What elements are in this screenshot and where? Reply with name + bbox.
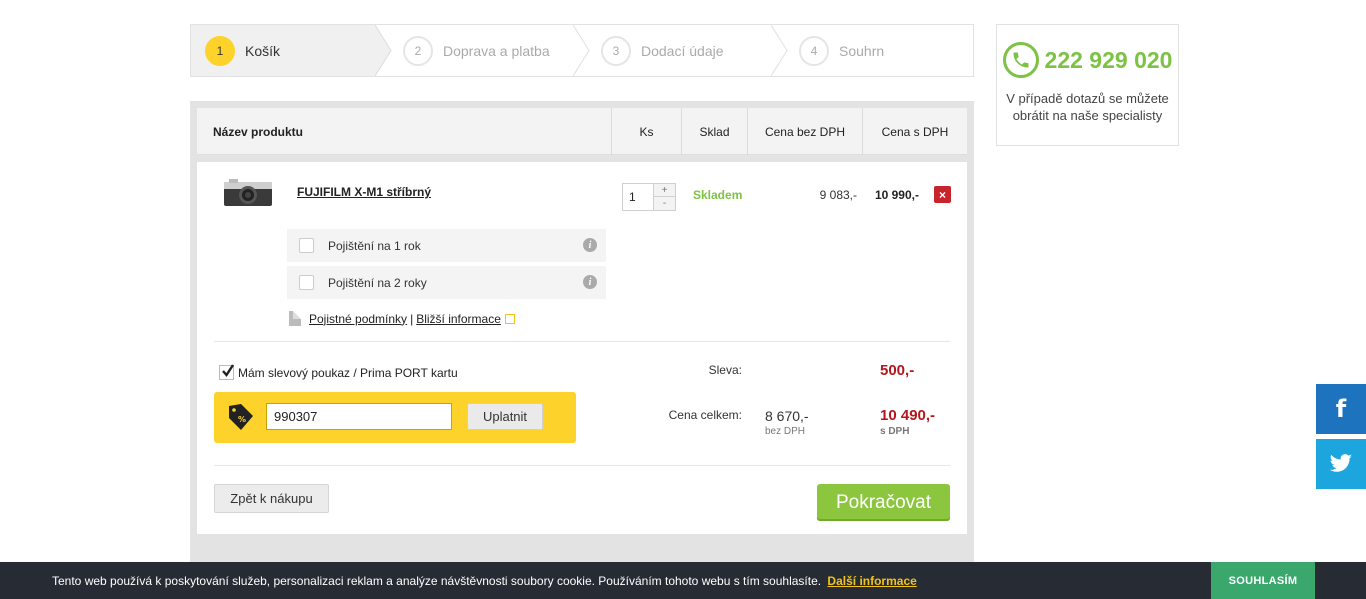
phone-icon bbox=[1002, 42, 1039, 78]
info-icon[interactable]: i bbox=[583, 275, 597, 289]
product-name-link[interactable]: FUJIFILM X-M1 stříbrný bbox=[297, 185, 431, 199]
insurance-checkbox[interactable] bbox=[299, 275, 314, 290]
quantity-stepper: + - bbox=[622, 183, 676, 211]
step-label: Košík bbox=[245, 42, 281, 59]
info-icon[interactable]: i bbox=[583, 238, 597, 252]
cart-body: FUJIFILM X-M1 stříbrný + - Skladem 9 083… bbox=[197, 162, 967, 534]
step-number: 1 bbox=[205, 35, 235, 66]
voucher-box: % Uplatnit bbox=[214, 392, 576, 443]
facebook-icon: f bbox=[1335, 395, 1347, 423]
contact-box: 222 929 020 V případě dotazů se můžete o… bbox=[996, 24, 1179, 146]
continue-button[interactable]: Pokračovat bbox=[817, 484, 950, 521]
total-net: 8 670,- bbox=[765, 408, 809, 424]
product-image[interactable] bbox=[223, 176, 273, 208]
phone-number[interactable]: 222 929 020 bbox=[1045, 47, 1173, 74]
cart-panel: Název produktu Ks Sklad Cena bez DPH Cen… bbox=[190, 101, 974, 571]
cookie-accept-button[interactable]: SOUHLASÍM bbox=[1211, 562, 1315, 599]
external-link-icon bbox=[504, 313, 515, 324]
discount-value: 500,- bbox=[880, 362, 915, 379]
svg-text:%: % bbox=[238, 415, 246, 424]
insurance-checkbox[interactable] bbox=[299, 238, 314, 253]
facebook-share-button[interactable]: f bbox=[1316, 384, 1366, 434]
total-net-sub: bez DPH bbox=[765, 426, 806, 437]
quantity-plus-button[interactable]: + bbox=[653, 184, 675, 197]
pdf-icon bbox=[289, 311, 301, 326]
discount-label: Sleva: bbox=[708, 363, 742, 377]
voucher-toggle[interactable]: Mám slevový poukaz / Prima PORT kartu bbox=[219, 364, 458, 380]
step-label: Souhrn bbox=[839, 42, 885, 59]
voucher-checkbox[interactable] bbox=[219, 364, 235, 380]
insurance-links: Pojistné podmínky | Bližší informace bbox=[289, 311, 515, 326]
total-gross: 10 490,- bbox=[880, 407, 936, 424]
divider bbox=[214, 341, 950, 342]
divider bbox=[214, 465, 950, 466]
cookie-more-info-link[interactable]: Další informace bbox=[827, 574, 916, 588]
insurance-option-2[interactable]: Pojištění na 2 roky i bbox=[287, 266, 606, 299]
more-info-link[interactable]: Bližší informace bbox=[416, 312, 501, 326]
total-gross-sub: s DPH bbox=[880, 426, 910, 437]
quantity-input[interactable] bbox=[623, 184, 653, 210]
remove-item-button[interactable]: × bbox=[934, 186, 951, 203]
step-number: 2 bbox=[403, 35, 433, 66]
step-shipping-payment[interactable]: 2 Doprava a platba bbox=[391, 25, 550, 76]
insurance-option-1[interactable]: Pojištění na 1 rok i bbox=[287, 229, 606, 262]
column-header-product: Název produktu bbox=[213, 124, 304, 139]
step-label: Doprava a platba bbox=[443, 42, 550, 59]
column-header-price-gross: Cena s DPH bbox=[862, 108, 967, 155]
cart-table-header: Název produktu Ks Sklad Cena bez DPH Cen… bbox=[197, 108, 967, 155]
back-to-shop-button[interactable]: Zpět k nákupu bbox=[214, 484, 329, 513]
total-label: Cena celkem: bbox=[668, 408, 742, 422]
cookie-bar: Tento web používá k poskytování služeb, … bbox=[0, 562, 1366, 599]
insurance-label: Pojištění na 2 roky bbox=[328, 276, 427, 290]
link-separator: | bbox=[410, 311, 414, 326]
step-delivery-details[interactable]: 3 Dodací údaje bbox=[589, 25, 724, 76]
apply-voucher-button[interactable]: Uplatnit bbox=[467, 403, 543, 430]
column-header-price-net: Cena bez DPH bbox=[747, 108, 862, 155]
stock-status: Skladem bbox=[693, 188, 743, 202]
twitter-share-button[interactable] bbox=[1316, 439, 1366, 489]
voucher-label: Mám slevový poukaz / Prima PORT kartu bbox=[238, 365, 458, 380]
cookie-text: Tento web používá k poskytování služeb, … bbox=[52, 574, 822, 588]
price-gross: 10 990,- bbox=[874, 188, 919, 202]
step-number: 3 bbox=[601, 35, 631, 66]
step-cart[interactable]: 1 Košík bbox=[191, 25, 375, 76]
column-header-qty: Ks bbox=[611, 108, 681, 155]
step-summary[interactable]: 4 Souhrn bbox=[787, 25, 884, 76]
insurance-terms-link[interactable]: Pojistné podmínky bbox=[309, 312, 407, 326]
step-label: Dodací údaje bbox=[641, 42, 724, 59]
contact-text: V případě dotazů se můžete obrátit na na… bbox=[1006, 91, 1169, 123]
quantity-minus-button[interactable]: - bbox=[653, 197, 675, 210]
column-header-stock: Sklad bbox=[681, 108, 747, 155]
checkout-steps: 1 Košík 2 Doprava a platba 3 Dodací údaj… bbox=[190, 24, 974, 77]
twitter-icon bbox=[1329, 454, 1352, 472]
price-net: 9 083,- bbox=[819, 188, 857, 202]
step-number: 4 bbox=[799, 35, 829, 66]
cookie-text-wrap: Tento web používá k poskytování služeb, … bbox=[52, 574, 917, 588]
voucher-code-input[interactable] bbox=[266, 403, 452, 430]
discount-tag-icon: % bbox=[229, 404, 253, 430]
checkmark-icon bbox=[222, 364, 235, 377]
insurance-label: Pojištění na 1 rok bbox=[328, 239, 421, 253]
